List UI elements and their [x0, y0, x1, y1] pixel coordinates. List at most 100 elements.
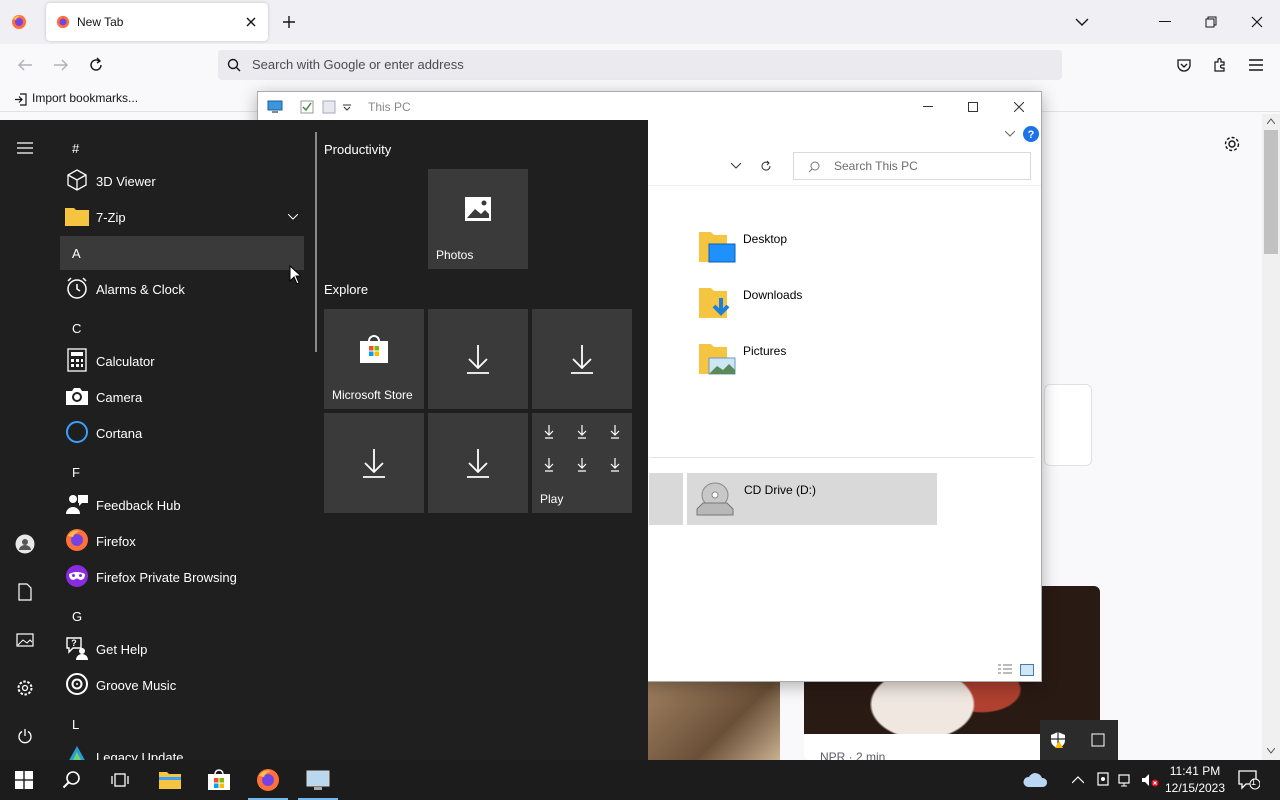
firefox-taskbar-icon[interactable]: [244, 760, 292, 800]
group-header-f[interactable]: F: [72, 465, 80, 480]
app-label: 7-Zip: [96, 209, 126, 225]
cd-drive-tile[interactable]: CD Drive (D:): [687, 473, 937, 525]
tile-pending-download[interactable]: [428, 309, 528, 409]
app-firefox-private-browsing[interactable]: Firefox Private Browsing: [60, 559, 304, 595]
close-window-icon[interactable]: [1246, 11, 1268, 33]
tile-photos[interactable]: Photos: [428, 169, 528, 269]
app-get-help[interactable]: ? Get Help: [60, 631, 304, 667]
expand-chevron-icon[interactable]: [286, 211, 300, 223]
tile-group-productivity[interactable]: Productivity: [324, 142, 391, 157]
user-account-icon[interactable]: [0, 522, 50, 566]
window-icon[interactable]: [1088, 730, 1108, 750]
back-arrow-icon[interactable]: [13, 53, 37, 77]
properties-icon[interactable]: [298, 98, 316, 116]
app-list-scrollbar[interactable]: [315, 132, 317, 352]
tile-pending-download[interactable]: [428, 413, 528, 513]
expand-hamburger-icon[interactable]: [0, 126, 50, 170]
forward-arrow-icon[interactable]: [49, 53, 73, 77]
tile-microsoft-store[interactable]: Microsoft Store: [324, 309, 424, 409]
story-card-image[interactable]: [648, 682, 780, 760]
group-header-hash[interactable]: #: [72, 141, 79, 156]
expand-ribbon-chevron-icon[interactable]: [1002, 126, 1018, 142]
windows-start-icon[interactable]: [0, 760, 48, 800]
network-icon[interactable]: [1116, 770, 1136, 790]
downloads-folder-icon[interactable]: [697, 282, 737, 322]
volume-muted-icon[interactable]: [1140, 770, 1160, 790]
security-shield-warning-icon[interactable]: [1048, 730, 1068, 750]
explorer-close-icon[interactable]: [1009, 98, 1029, 116]
app-label: Alarms & Clock: [96, 281, 185, 297]
tile-play-folder[interactable]: Play: [532, 413, 632, 513]
tile-pending-download[interactable]: [324, 413, 424, 513]
app-groove-music[interactable]: Groove Music: [60, 667, 304, 703]
drive-tile[interactable]: [649, 473, 683, 525]
folder-label-downloads[interactable]: Downloads: [743, 288, 802, 302]
settings-gear-icon[interactable]: [0, 666, 50, 710]
explorer-minimize-icon[interactable]: [918, 98, 938, 116]
minimize-window-icon[interactable]: [1154, 11, 1176, 33]
extensions-puzzle-icon[interactable]: [1208, 53, 1232, 77]
action-center-notification-icon[interactable]: 1: [1236, 768, 1262, 792]
documents-icon[interactable]: [0, 570, 50, 614]
scroll-up-arrow-icon[interactable]: [1266, 116, 1276, 126]
help-icon[interactable]: ?: [1022, 125, 1040, 143]
group-header-g[interactable]: G: [72, 609, 82, 624]
desktop-folder-icon[interactable]: [697, 226, 737, 266]
tile-pending-download[interactable]: [532, 309, 632, 409]
url-bar[interactable]: Search with Google or enter address: [218, 50, 1062, 80]
new-tab-plus-icon[interactable]: [278, 11, 300, 33]
folder-label-pictures[interactable]: Pictures: [743, 344, 786, 358]
scroll-down-arrow-icon[interactable]: [1266, 746, 1276, 756]
new-folder-icon[interactable]: [320, 98, 338, 116]
meet-now-icon[interactable]: [1093, 770, 1113, 790]
tab-new-tab[interactable]: New Tab: [46, 3, 268, 41]
pictures-folder-icon[interactable]: [697, 338, 737, 378]
details-view-icon[interactable]: [996, 662, 1014, 678]
explorer-title-bar[interactable]: This PC: [258, 92, 1041, 122]
firefox-menu-icon[interactable]: [8, 11, 30, 33]
pictures-icon[interactable]: [0, 618, 50, 662]
app-calculator[interactable]: Calculator: [60, 343, 304, 379]
app-7-zip[interactable]: 7-Zip: [60, 199, 304, 235]
task-view-icon[interactable]: [96, 760, 144, 800]
app-feedback-hub[interactable]: Feedback Hub: [60, 487, 304, 523]
app-3d-viewer[interactable]: 3D Viewer: [60, 163, 304, 199]
refresh-icon[interactable]: [756, 156, 776, 176]
this-pc-taskbar-icon[interactable]: [294, 760, 342, 800]
app-alarms-clock[interactable]: Alarms & Clock: [60, 271, 304, 307]
group-header-l[interactable]: L: [72, 717, 79, 732]
group-header-row-a[interactable]: A: [60, 236, 304, 270]
app-firefox[interactable]: Firefox: [60, 523, 304, 559]
show-hidden-icons-chevron-icon[interactable]: [1068, 770, 1088, 790]
folder-label-desktop[interactable]: Desktop: [743, 232, 787, 246]
microsoft-store-taskbar-icon[interactable]: [195, 760, 243, 800]
app-cortana[interactable]: Cortana: [60, 415, 304, 451]
shortcut-card[interactable]: [1044, 384, 1092, 466]
taskbar-clock[interactable]: 11:41 PM 12/15/2023: [1160, 763, 1230, 797]
pocket-icon[interactable]: [1172, 53, 1196, 77]
close-tab-icon[interactable]: [242, 13, 260, 31]
import-bookmarks-link[interactable]: Import bookmarks...: [32, 91, 138, 105]
quick-access-dropdown-icon[interactable]: [340, 100, 354, 114]
scrollbar-thumb[interactable]: [1264, 130, 1278, 254]
page-settings-gear-icon[interactable]: [1220, 132, 1244, 156]
hamburger-menu-icon[interactable]: [1244, 53, 1268, 77]
page-scrollbar[interactable]: [1262, 114, 1280, 760]
play-folder-mini-download-icons: [544, 425, 620, 472]
app-legacy-update[interactable]: Legacy Update: [60, 739, 304, 760]
list-all-tabs-chevron-icon[interactable]: [1071, 11, 1093, 33]
restore-window-icon[interactable]: [1200, 11, 1222, 33]
reload-icon[interactable]: [84, 53, 108, 77]
large-icons-view-icon[interactable]: [1018, 662, 1036, 678]
app-camera[interactable]: Camera: [60, 379, 304, 415]
tile-group-explore[interactable]: Explore: [324, 282, 368, 297]
file-explorer-taskbar-icon[interactable]: [146, 760, 194, 800]
power-icon[interactable]: [0, 714, 50, 758]
group-header-c[interactable]: C: [72, 321, 81, 336]
address-history-chevron-icon[interactable]: [728, 158, 744, 174]
onedrive-cloud-icon[interactable]: [1020, 768, 1050, 792]
tile-label: Microsoft Store: [332, 388, 413, 402]
search-icon[interactable]: [48, 760, 96, 800]
explorer-maximize-icon[interactable]: [963, 98, 983, 116]
explorer-search-box[interactable]: Search This PC: [793, 152, 1031, 180]
